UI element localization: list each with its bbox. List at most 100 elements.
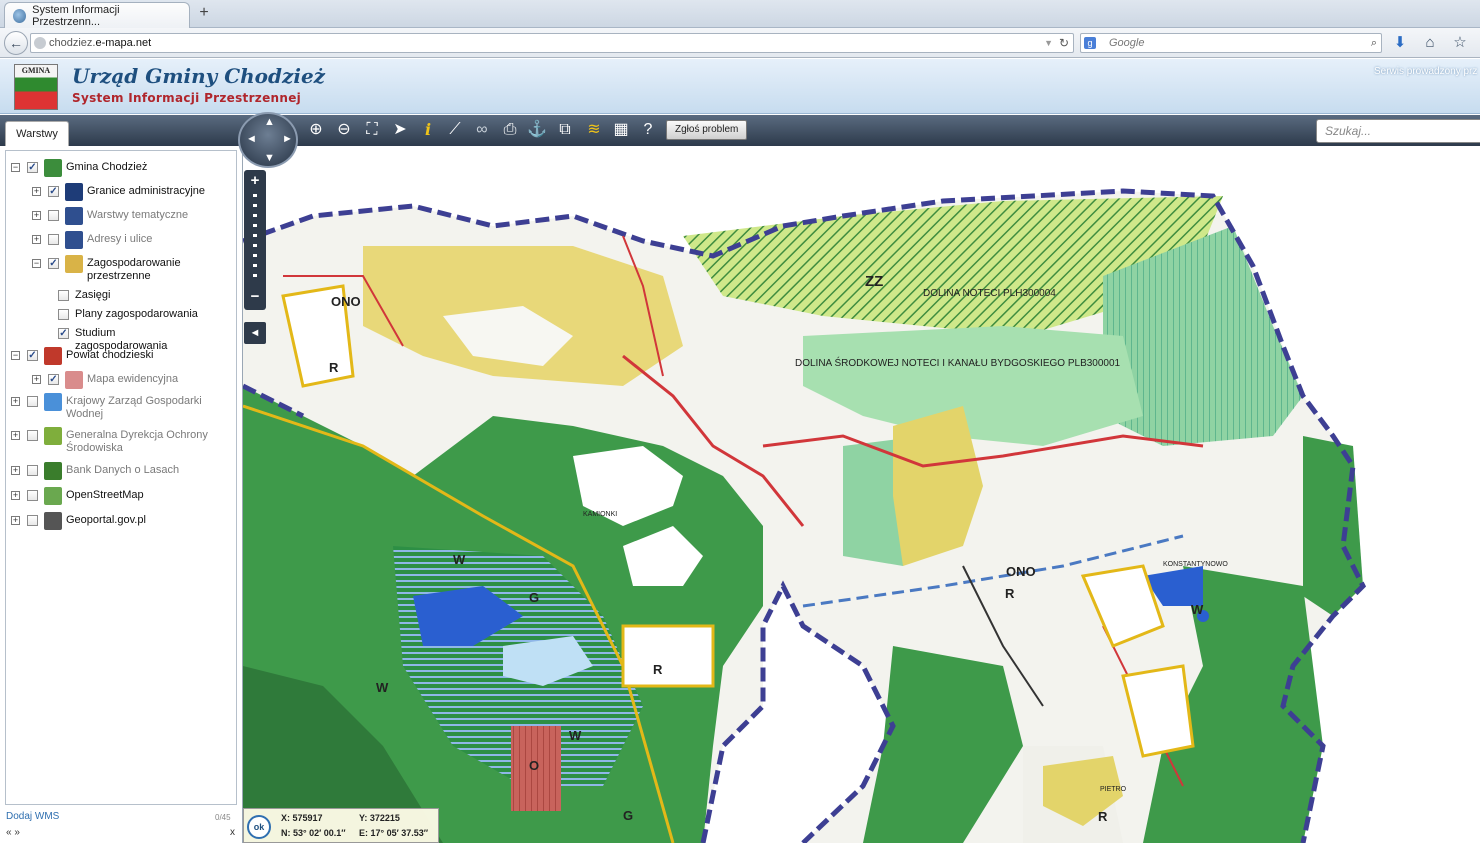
layer-label[interactable]: Adresy i ulice (87, 233, 152, 246)
layer-checkbox[interactable] (27, 430, 38, 441)
layers-icon[interactable]: ≋ (583, 119, 605, 141)
layer-row[interactable]: + ✓ Mapa ewidencyjna (32, 371, 178, 393)
zoom-in-button[interactable]: + (244, 172, 266, 189)
back-button[interactable]: ← (4, 31, 28, 55)
layer-label[interactable]: Mapa ewidencyjna (87, 373, 178, 386)
pan-up-icon[interactable]: ▲ (264, 116, 275, 128)
layer-label[interactable]: Powiat chodzieski (66, 349, 153, 362)
map-label-pietro: PIETRO (1100, 786, 1127, 793)
expand-toggle-icon[interactable]: − (11, 163, 20, 172)
layer-label[interactable]: Generalna Dyrekcja Ochrony Środowiska (66, 429, 236, 455)
expand-toggle-icon[interactable]: + (11, 466, 20, 475)
layer-checkbox[interactable] (27, 465, 38, 476)
layer-checkbox[interactable]: ✓ (48, 258, 59, 269)
layer-row[interactable]: + Adresy i ulice (32, 231, 152, 253)
download-icon[interactable]: ⬇ (1390, 33, 1410, 53)
layer-row[interactable]: + ✓ Granice administracyjne (32, 183, 205, 205)
layer-checkbox[interactable]: ✓ (58, 328, 69, 339)
url-dropdown-icon[interactable]: ▼ (1044, 34, 1053, 52)
layer-checkbox[interactable]: ✓ (48, 374, 59, 385)
layer-checkbox[interactable] (58, 309, 69, 320)
browser-search-input[interactable]: g Google ⌕ (1080, 33, 1382, 53)
layer-label[interactable]: Krajowy Zarząd Gospodarki Wodnej (66, 395, 236, 421)
pan-down-icon[interactable]: ▼ (264, 152, 275, 164)
layer-checkbox[interactable] (58, 290, 69, 301)
map-canvas[interactable]: ZZ DOLINA NOTECI PLH300004 DOLINA ŚRODKO… (243, 146, 1480, 843)
layer-checkbox[interactable] (27, 515, 38, 526)
zoom-in-icon[interactable]: ⊕ (305, 119, 327, 141)
layer-checkbox[interactable]: ✓ (48, 186, 59, 197)
expand-toggle-icon[interactable]: + (32, 187, 41, 196)
layer-label[interactable]: Granice administracyjne (87, 185, 205, 198)
layer-row[interactable]: + Warstwy tematyczne (32, 207, 188, 229)
layer-checkbox[interactable] (27, 490, 38, 501)
expand-toggle-icon[interactable]: + (11, 431, 20, 440)
layer-label[interactable]: Gmina Chodzież (66, 161, 147, 174)
collapse-arrows[interactable]: « » (6, 827, 20, 838)
expand-toggle-icon[interactable]: − (32, 259, 41, 268)
layer-row[interactable]: Zasięgi (58, 289, 110, 309)
link-icon[interactable]: ∞ (471, 119, 493, 141)
layer-checkbox[interactable]: ✓ (27, 350, 38, 361)
layer-label[interactable]: Zasięgi (75, 289, 110, 302)
map-image[interactable]: ZZ DOLINA NOTECI PLH300004 DOLINA ŚRODKO… (243, 146, 1480, 843)
new-tab-button[interactable]: + (196, 5, 212, 21)
layout-icon[interactable]: ▦ (610, 119, 632, 141)
measure-ruler-icon[interactable]: ⟋ (444, 119, 466, 141)
home-icon[interactable]: ⌂ (1420, 33, 1440, 53)
layer-row[interactable]: ✓ Studium zagospodarowania (58, 327, 205, 352)
copy-icon[interactable]: ⧉ (554, 119, 576, 141)
layer-label[interactable]: Bank Danych o Lasach (66, 464, 179, 477)
expand-toggle-icon[interactable]: + (32, 235, 41, 244)
expand-toggle-icon[interactable]: − (11, 351, 20, 360)
search-icon[interactable]: ⌕ (1371, 34, 1377, 52)
layer-row[interactable]: + Generalna Dyrekcja Ochrony Środowiska (11, 427, 236, 454)
layer-label[interactable]: Plany zagospodarowania (75, 308, 198, 321)
print-icon[interactable]: ⎙ (499, 119, 521, 141)
layer-row[interactable]: + Geoportal.gov.pl (11, 512, 146, 534)
layer-checkbox[interactable] (27, 396, 38, 407)
route-icon[interactable]: ⚓ (526, 119, 548, 141)
layer-row[interactable]: − ✓ Powiat chodzieski (11, 347, 153, 369)
ok-badge[interactable]: ok (247, 815, 271, 839)
layer-row[interactable]: + OpenStreetMap (11, 487, 144, 509)
layer-row[interactable]: − ✓ Gmina Chodzież (11, 159, 147, 181)
address-bar[interactable]: chodziez.e-mapa.net ▼ ↻ (30, 33, 1074, 53)
pan-control[interactable]: ▲ ▼ ◄ ► (238, 112, 298, 168)
zoom-levels[interactable] (253, 194, 257, 284)
pan-right-icon[interactable]: ► (282, 133, 293, 145)
expand-toggle-icon[interactable]: + (32, 375, 41, 384)
help-icon[interactable]: ? (637, 119, 659, 141)
layer-row[interactable]: + Krajowy Zarząd Gospodarki Wodnej (11, 393, 236, 420)
layer-label[interactable]: Warstwy tematyczne (87, 209, 188, 222)
add-wms-link[interactable]: Dodaj WMS (6, 811, 59, 822)
panel-toggle-button[interactable]: ◄ (244, 322, 266, 344)
zoom-slider[interactable]: + − (244, 170, 266, 310)
tab-layers[interactable]: Warstwy (5, 121, 69, 146)
layer-row[interactable]: Plany zagospodarowania (58, 308, 198, 328)
map-search-input[interactable]: Szukaj... (1316, 119, 1480, 143)
layer-label[interactable]: OpenStreetMap (66, 489, 144, 502)
layer-checkbox[interactable] (48, 234, 59, 245)
expand-toggle-icon[interactable]: + (11, 397, 20, 406)
layer-row[interactable]: + Bank Danych o Lasach (11, 462, 179, 484)
select-pointer-icon[interactable]: ➤ (389, 119, 411, 141)
report-problem-button[interactable]: Zgłoś problem (666, 120, 748, 140)
reload-icon[interactable]: ↻ (1059, 34, 1069, 52)
pan-left-icon[interactable]: ◄ (246, 133, 257, 145)
zoom-out-button[interactable]: − (244, 288, 266, 305)
expand-toggle-icon[interactable]: + (11, 516, 20, 525)
layer-label[interactable]: Zagospodarowanie przestrzenne (87, 257, 236, 283)
layer-label[interactable]: Geoportal.gov.pl (66, 514, 146, 527)
expand-toggle-icon[interactable]: + (11, 491, 20, 500)
info-icon[interactable]: i (417, 119, 439, 141)
browser-tab[interactable]: System Informacji Przestrzenn... (4, 2, 190, 28)
layer-checkbox[interactable]: ✓ (27, 162, 38, 173)
expand-toggle-icon[interactable]: + (32, 211, 41, 220)
star-icon[interactable]: ☆ (1450, 33, 1470, 53)
layer-row[interactable]: − ✓ Zagospodarowanie przestrzenne (32, 255, 236, 282)
zoom-extent-icon[interactable]: ⛶ (361, 119, 383, 141)
close-panel-button[interactable]: x (230, 827, 235, 838)
zoom-out-icon[interactable]: ⊖ (333, 119, 355, 141)
layer-checkbox[interactable] (48, 210, 59, 221)
